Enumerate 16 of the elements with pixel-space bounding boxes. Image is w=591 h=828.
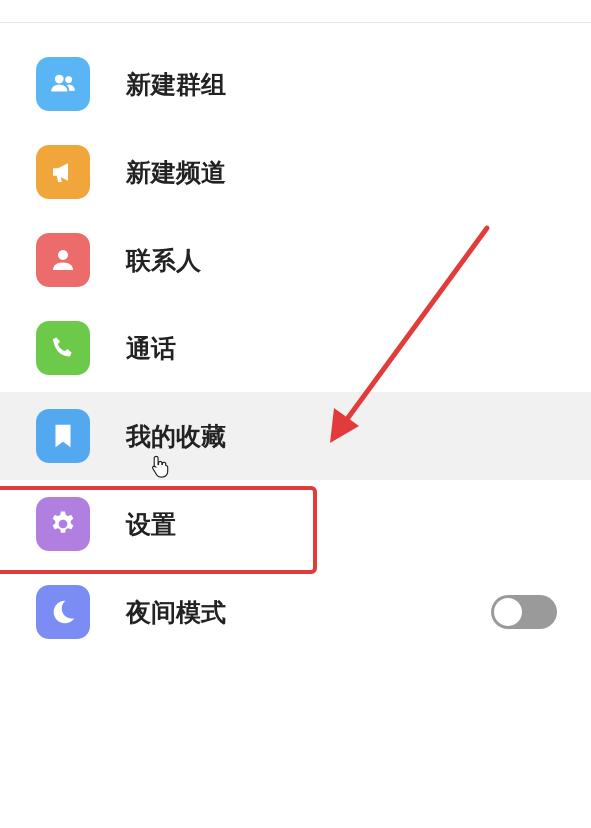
- menu-item[interactable]: 联系人: [0, 216, 591, 304]
- menu-item[interactable]: 夜间模式: [0, 568, 591, 656]
- menu-item[interactable]: 通话: [0, 304, 591, 392]
- menu-label: 设置: [126, 508, 176, 540]
- menu-label: 联系人: [126, 244, 201, 276]
- menu-item[interactable]: 设置: [0, 480, 591, 568]
- toggle-switch[interactable]: [491, 595, 557, 629]
- menu-label: 我的收藏: [126, 420, 226, 452]
- menu-label: 新建频道: [126, 156, 226, 188]
- menu-item[interactable]: 我的收藏: [0, 392, 591, 480]
- menu-label: 通话: [126, 332, 176, 364]
- menu-item[interactable]: 新建频道: [0, 128, 591, 216]
- menu-item[interactable]: 新建群组: [0, 40, 591, 128]
- menu-label: 夜间模式: [126, 596, 226, 628]
- menu-label: 新建群组: [126, 68, 226, 100]
- hand-cursor-icon: [150, 454, 170, 479]
